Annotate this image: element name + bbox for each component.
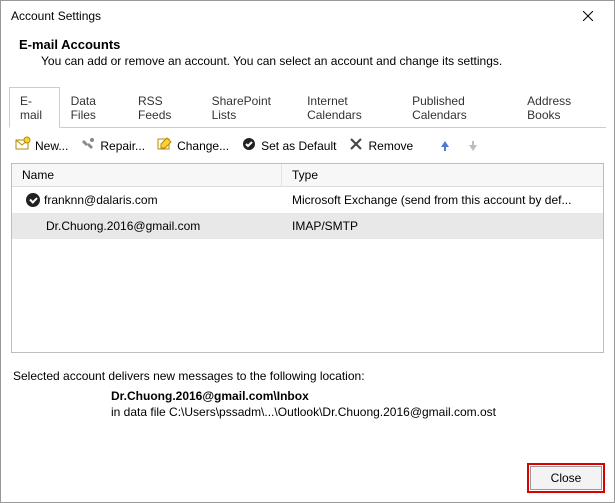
tab-email[interactable]: E-mail [9, 87, 60, 128]
arrow-down-icon [465, 138, 481, 154]
column-name[interactable]: Name [12, 164, 282, 186]
dialog-header: E-mail Accounts You can add or remove an… [1, 31, 614, 80]
accounts-list: Name Type franknn@dalaris.com Microsoft … [11, 163, 604, 353]
tab-data-files[interactable]: Data Files [60, 87, 127, 128]
move-down-button[interactable] [461, 136, 485, 156]
default-badge-icon [26, 193, 40, 207]
account-row[interactable]: franknn@dalaris.com Microsoft Exchange (… [12, 187, 603, 213]
tab-published-calendars[interactable]: Published Calendars [401, 87, 516, 128]
header-subtitle: You can add or remove an account. You ca… [19, 54, 596, 68]
header-title: E-mail Accounts [19, 37, 596, 52]
remove-x-icon [348, 136, 364, 155]
tab-sharepoint-lists[interactable]: SharePoint Lists [201, 87, 296, 128]
window-close-button[interactable] [566, 2, 610, 30]
change-label: Change... [177, 139, 229, 153]
move-up-button[interactable] [433, 136, 457, 156]
account-name: franknn@dalaris.com [44, 193, 158, 207]
tab-internet-calendars[interactable]: Internet Calendars [296, 87, 401, 128]
check-circle-icon [241, 136, 257, 155]
delivery-intro: Selected account delivers new messages t… [13, 369, 602, 383]
remove-label: Remove [368, 139, 413, 153]
delivery-info: Selected account delivers new messages t… [1, 353, 614, 387]
account-name: Dr.Chuong.2016@gmail.com [46, 219, 200, 233]
delivery-location-folder: Dr.Chuong.2016@gmail.com\Inbox [111, 389, 614, 403]
change-button[interactable]: Change... [153, 134, 233, 157]
window-title: Account Settings [11, 9, 566, 23]
envelope-new-icon [15, 136, 31, 155]
delivery-location-path: in data file C:\Users\pssadm\...\Outlook… [111, 405, 614, 419]
repair-label: Repair... [100, 139, 145, 153]
change-icon [157, 136, 173, 155]
repair-button[interactable]: Repair... [76, 134, 149, 157]
set-default-button[interactable]: Set as Default [237, 134, 340, 157]
dialog-footer: Close [1, 456, 614, 502]
tab-rss-feeds[interactable]: RSS Feeds [127, 87, 201, 128]
list-header: Name Type [12, 164, 603, 187]
column-type[interactable]: Type [282, 164, 603, 186]
account-type: Microsoft Exchange (send from this accou… [282, 189, 603, 211]
accounts-toolbar: New... Repair... Change... Set as Defaul… [1, 128, 614, 163]
remove-button[interactable]: Remove [344, 134, 417, 157]
title-bar: Account Settings [1, 1, 614, 31]
arrow-up-icon [437, 138, 453, 154]
wrench-icon [80, 136, 96, 155]
close-button[interactable]: Close [530, 466, 602, 490]
tab-strip: E-mail Data Files RSS Feeds SharePoint L… [9, 86, 606, 128]
account-settings-dialog: Account Settings E-mail Accounts You can… [0, 0, 615, 503]
account-type: IMAP/SMTP [282, 215, 603, 237]
set-default-label: Set as Default [261, 139, 336, 153]
new-button[interactable]: New... [11, 134, 72, 157]
delivery-location: Dr.Chuong.2016@gmail.com\Inbox in data f… [1, 387, 614, 419]
tab-address-books[interactable]: Address Books [516, 87, 606, 128]
account-row[interactable]: Dr.Chuong.2016@gmail.com IMAP/SMTP [12, 213, 603, 239]
new-label: New... [35, 139, 68, 153]
